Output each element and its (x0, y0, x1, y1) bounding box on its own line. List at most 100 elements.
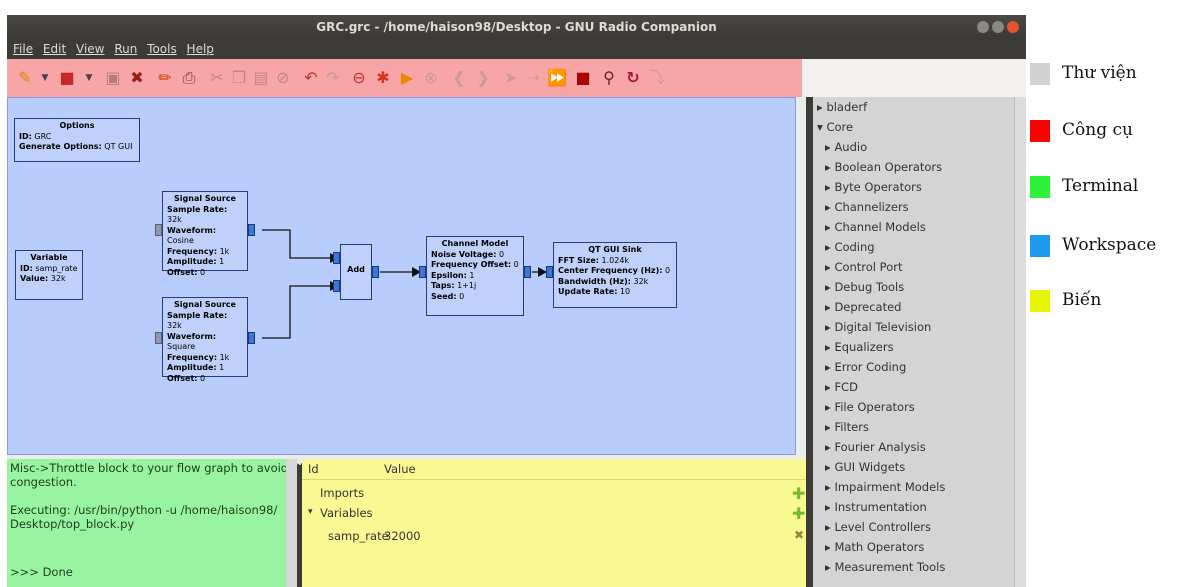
library-category[interactable]: ▸ Math Operators (825, 537, 924, 557)
copy-icon[interactable]: ❐ (229, 68, 249, 88)
library-category[interactable]: ▸ Control Port (825, 257, 902, 277)
add-block[interactable]: Add (340, 244, 372, 300)
variable-block[interactable]: Variable ID: samp_rate Value: 32k (15, 250, 83, 300)
param-value: 32k (50, 274, 66, 283)
menu-file[interactable]: File (13, 39, 33, 59)
flowgraph-workspace[interactable]: Options ID: GRC Generate Options: QT GUI… (7, 97, 796, 455)
dropdown-icon[interactable]: ▼ (35, 68, 55, 88)
rotate-right-icon[interactable]: ❯ (473, 68, 493, 88)
library-category[interactable]: ▸ Boolean Operators (825, 157, 942, 177)
signal-source-block-2[interactable]: Signal Source Sample Rate: 32k Waveform:… (162, 297, 248, 383)
workspace-vertical-scrollbar[interactable] (796, 97, 806, 455)
input-port[interactable] (155, 224, 162, 236)
menu-help[interactable]: Help (187, 39, 214, 59)
close-button[interactable] (1007, 21, 1019, 33)
redo-icon[interactable]: ↷ (323, 68, 343, 88)
execute-play-icon[interactable]: ▶ (397, 68, 417, 88)
library-category[interactable]: ▸ Coding (825, 237, 875, 257)
window-title: GRC.grc - /home/haison98/Desktop - GNU R… (316, 20, 717, 34)
library-category[interactable]: ▸ bladerf (817, 97, 867, 117)
qt-gui-sink-block[interactable]: QT GUI Sink FFT Size: 1.024k Center Freq… (553, 242, 677, 308)
kill-icon[interactable]: ⊖ (349, 68, 369, 88)
options-block[interactable]: Options ID: GRC Generate Options: QT GUI (14, 118, 140, 162)
signal-source-block-1[interactable]: Signal Source Sample Rate: 32k Waveform:… (162, 191, 248, 277)
remove-variable-icon[interactable]: ✖ (794, 528, 804, 542)
new-file-icon[interactable]: ✎ (15, 68, 35, 88)
imports-row[interactable]: Imports (320, 486, 364, 500)
menu-tools[interactable]: Tools (147, 39, 177, 59)
library-scrollbar[interactable] (1014, 97, 1026, 587)
add-import-icon[interactable]: ✚ (792, 484, 805, 503)
param-value: 0 (459, 291, 465, 301)
input-port[interactable] (333, 280, 340, 292)
library-category[interactable]: ▸ File Operators (825, 397, 915, 417)
stop-square-icon[interactable]: ■ (573, 68, 593, 88)
menu-edit[interactable]: Edit (43, 39, 66, 59)
library-category[interactable]: ▸ Audio (825, 137, 867, 157)
library-category[interactable]: ▸ Digital Television (825, 317, 931, 337)
arrow-down-icon[interactable]: ⤵ (647, 68, 667, 88)
cut-icon[interactable]: ✂ (207, 68, 227, 88)
library-category[interactable]: ▸ Impairment Models (825, 477, 945, 497)
output-port[interactable] (248, 332, 255, 344)
add-variable-icon[interactable]: ✚ (792, 504, 805, 523)
library-category[interactable]: ▸ GUI Widgets (825, 457, 905, 477)
paste-icon[interactable]: ▤ (251, 68, 271, 88)
library-category[interactable]: ▸ FCD (825, 377, 858, 397)
forward-icon[interactable]: ⏩ (547, 68, 567, 88)
bypass-icon[interactable]: ⇢ (523, 68, 543, 88)
library-category[interactable]: ▸ Error Coding (825, 357, 906, 377)
search-icon[interactable]: ⚲ (599, 68, 619, 88)
legend-label-library: Thư viện (1062, 63, 1137, 83)
dropdown-icon[interactable]: ▼ (79, 68, 99, 88)
library-category[interactable]: ▸ Debug Tools (825, 277, 904, 297)
library-category[interactable]: ▸ Channelizers (825, 197, 909, 217)
legend-label-variables: Biến (1062, 290, 1102, 310)
library-category[interactable]: ▸ Instrumentation (825, 497, 927, 517)
generate-icon[interactable]: ✱ (373, 68, 393, 88)
maximize-button[interactable] (992, 21, 1004, 33)
library-category[interactable]: ▸ Fourier Analysis (825, 437, 926, 457)
channel-model-block[interactable]: Channel Model Noise Voltage: 0 Frequency… (426, 236, 524, 316)
variable-value[interactable]: 32000 (384, 529, 421, 543)
library-category[interactable]: ▸ Byte Operators (825, 177, 922, 197)
library-category[interactable]: ▸ Deprecated (825, 297, 901, 317)
output-port[interactable] (372, 266, 379, 278)
column-header-id[interactable]: Id (308, 462, 319, 476)
rotate-left-icon[interactable]: ❮ (449, 68, 469, 88)
output-port[interactable] (248, 224, 255, 236)
open-folder-icon[interactable]: ■ (57, 68, 77, 88)
undo-icon[interactable]: ↶ (301, 68, 321, 88)
menu-view[interactable]: View (76, 39, 104, 59)
print-icon[interactable]: ⎙ (179, 68, 199, 88)
param-label: Offset: (167, 373, 198, 383)
close-file-icon[interactable]: ✖ (127, 68, 147, 88)
library-category[interactable]: ▾ Core (817, 117, 853, 137)
library-category[interactable]: ▸ Measurement Tools (825, 557, 945, 577)
edit-pencil-icon[interactable]: ✏ (155, 68, 175, 88)
input-port[interactable] (333, 252, 340, 264)
variables-row[interactable]: Variables (320, 506, 373, 520)
collapse-arrow-icon[interactable]: ▾ (308, 507, 313, 517)
minimize-button[interactable] (977, 21, 989, 33)
library-category[interactable]: ▸ Equalizers (825, 337, 894, 357)
library-category[interactable]: ▸ Channel Models (825, 217, 926, 237)
stop-icon[interactable]: ⊗ (421, 68, 441, 88)
input-port[interactable] (155, 332, 162, 344)
disable-icon[interactable]: ⊘ (273, 68, 293, 88)
expand-arrow-icon: ▸ (825, 240, 831, 254)
input-port[interactable] (546, 266, 553, 278)
menu-run[interactable]: Run (114, 39, 137, 59)
input-port[interactable] (419, 266, 426, 278)
library-category[interactable]: ▸ Level Controllers (825, 517, 931, 537)
menu-bar: File Edit View Run Tools Help (7, 39, 1026, 59)
block-title: Signal Source (174, 300, 236, 309)
variable-name[interactable]: samp_rate (328, 529, 389, 543)
save-icon[interactable]: ▣ (103, 68, 123, 88)
output-port[interactable] (524, 266, 531, 278)
reload-icon[interactable]: ↻ (623, 68, 643, 88)
enable-icon[interactable]: ➤ (501, 68, 521, 88)
terminal-scrollbar[interactable] (286, 459, 297, 587)
library-category[interactable]: ▸ Filters (825, 417, 869, 437)
column-header-value[interactable]: Value (384, 462, 416, 476)
